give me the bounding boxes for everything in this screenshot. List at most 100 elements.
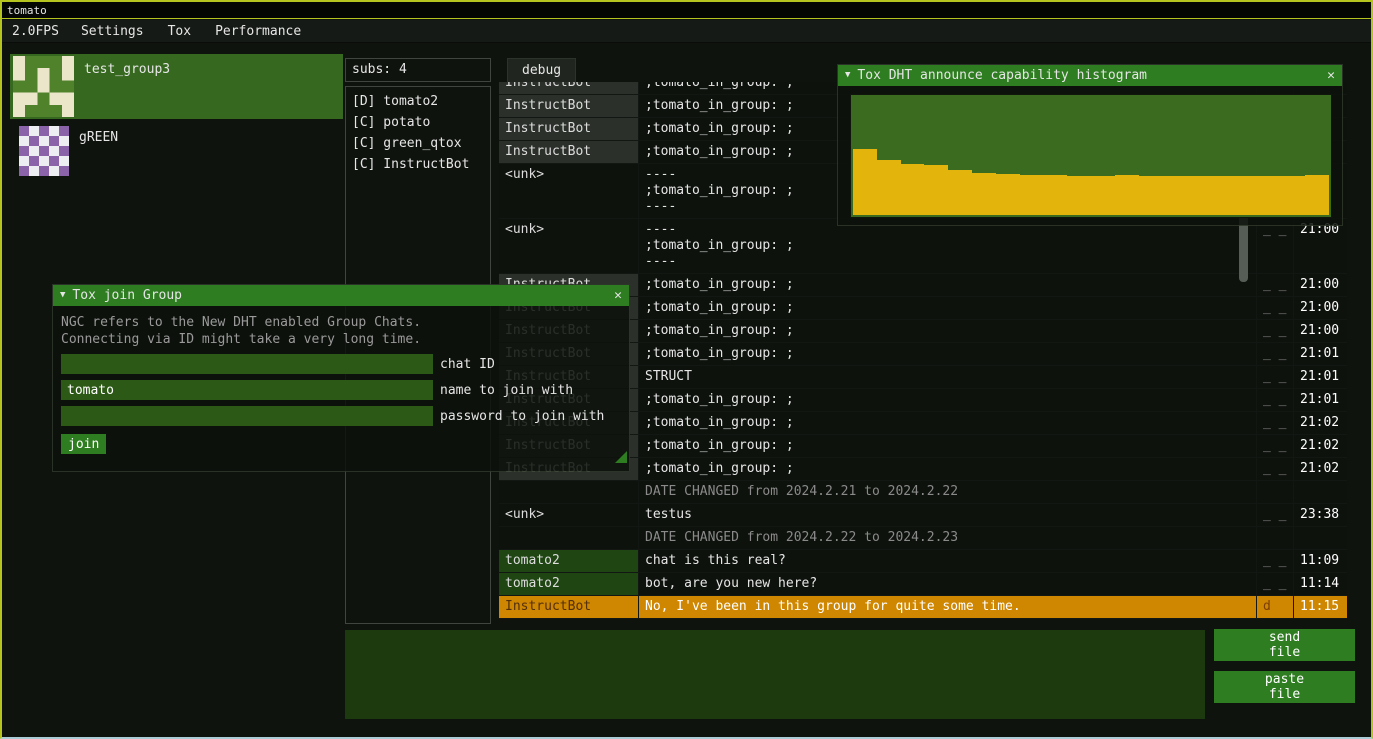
chat-row[interactable]: <unk> ---- ;tomato_in_group: ; ---- _ _ … <box>499 219 1347 274</box>
chat-delivery-status: _ _ <box>1257 504 1294 526</box>
join-button[interactable]: join <box>61 434 106 454</box>
collapse-icon[interactable]: ▼ <box>845 65 850 86</box>
histogram-bar <box>1258 176 1282 215</box>
chat-author: tomato2 <box>499 550 639 572</box>
dht-histogram-titlebar[interactable]: ▼ Tox DHT announce capability histogram … <box>838 65 1342 86</box>
histogram-bar <box>853 149 877 215</box>
chat-message: ;tomato_in_group: ; <box>639 320 1257 342</box>
chat-row[interactable]: DATE CHANGED from 2024.2.22 to 2024.2.23 <box>499 527 1347 550</box>
chat-author: InstructBot <box>499 596 639 618</box>
join-field-label: password to join with <box>440 409 604 424</box>
chat-delivery-status: _ _ <box>1257 412 1294 434</box>
close-icon[interactable]: ✕ <box>1327 68 1335 83</box>
dht-histogram-window: ▼ Tox DHT announce capability histogram … <box>837 64 1343 226</box>
chat-delivery-status: _ _ <box>1257 458 1294 480</box>
chat-delivery-status: _ _ <box>1257 297 1294 319</box>
chat-author <box>499 481 639 503</box>
chat-timestamp: 21:00 <box>1294 320 1347 342</box>
join-field-label: chat ID <box>440 357 495 372</box>
chat-row[interactable]: InstructBot No, I've been in this group … <box>499 596 1347 619</box>
group-item-green[interactable]: gREEN <box>10 122 343 178</box>
group-sidebar: test_group3 gREEN <box>10 54 343 181</box>
collapse-icon[interactable]: ▼ <box>60 285 65 306</box>
chat-delivery-status: _ _ <box>1257 550 1294 572</box>
paste-file-button[interactable]: paste file <box>1214 671 1355 703</box>
chat-timestamp: 23:38 <box>1294 504 1347 526</box>
chat-timestamp: 11:09 <box>1294 550 1347 572</box>
chat-message: STRUCT <box>639 366 1257 388</box>
histogram-bar <box>1043 175 1067 215</box>
chat-author: <unk> <box>499 219 639 273</box>
resize-grip[interactable] <box>615 451 627 463</box>
chat-message: ;tomato_in_group: ; <box>639 389 1257 411</box>
chat-message: ;tomato_in_group: ; <box>639 274 1257 296</box>
chat-timestamp: 21:00 <box>1294 297 1347 319</box>
histogram-bar <box>877 160 901 215</box>
join-info-text: NGC refers to the New DHT enabled Group … <box>61 314 621 331</box>
member-list-item[interactable]: [C] InstructBot <box>346 154 490 175</box>
histogram-bar <box>1281 176 1305 215</box>
join-group-window: ▼ Tox join Group ✕ NGC refers to the New… <box>52 284 630 472</box>
chat-message: No, I've been in this group for quite so… <box>639 596 1257 618</box>
menu-item[interactable]: Settings <box>69 24 156 39</box>
chat-row[interactable]: tomato2 bot, are you new here? _ _ 11:14 <box>499 573 1347 596</box>
histogram-bar <box>1067 176 1091 215</box>
send-file-button[interactable]: send file <box>1214 629 1355 661</box>
subs-count-header: subs: 4 <box>345 58 491 82</box>
join-info-text: Connecting via ID might take a very long… <box>61 331 621 348</box>
chat-row[interactable]: <unk> testus _ _ 23:38 <box>499 504 1347 527</box>
app-window: tomato 2.0FPS Settings Tox Performance <box>0 0 1373 739</box>
join-field-row: chat ID <box>61 354 621 374</box>
chat-timestamp: 21:00 <box>1294 274 1347 296</box>
join-field-input[interactable] <box>61 406 433 426</box>
histogram-bar <box>901 164 925 215</box>
member-list-item[interactable]: [C] green_qtox <box>346 133 490 154</box>
join-field-input[interactable] <box>61 380 433 400</box>
histogram-bar <box>1305 175 1329 215</box>
join-group-titlebar[interactable]: ▼ Tox join Group ✕ <box>53 285 629 306</box>
chat-author: <unk> <box>499 164 639 218</box>
chat-author: InstructBot <box>499 118 639 140</box>
chat-timestamp <box>1294 481 1347 503</box>
window-titlebar[interactable]: tomato <box>2 2 1371 19</box>
chat-delivery-status: _ _ <box>1257 219 1294 273</box>
chat-timestamp: 21:01 <box>1294 343 1347 365</box>
group-avatar <box>13 124 69 176</box>
menu-item[interactable]: Tox <box>156 24 203 39</box>
histogram-bar <box>1115 175 1139 215</box>
member-list-item[interactable]: [C] potato <box>346 112 490 133</box>
dht-histogram-title: Tox DHT announce capability histogram <box>857 68 1147 83</box>
chat-message: DATE CHANGED from 2024.2.21 to 2024.2.22 <box>639 481 1257 503</box>
chat-message: chat is this real? <box>639 550 1257 572</box>
chat-author: InstructBot <box>499 141 639 163</box>
chat-delivery-status <box>1257 527 1294 549</box>
chat-author: tomato2 <box>499 573 639 595</box>
histogram-bar <box>1234 176 1258 215</box>
chat-author <box>499 527 639 549</box>
chat-timestamp: 21:02 <box>1294 458 1347 480</box>
histogram-bar <box>1162 176 1186 215</box>
chat-timestamp: 11:15 <box>1294 596 1347 618</box>
chat-row[interactable]: tomato2 chat is this real? _ _ 11:09 <box>499 550 1347 573</box>
chat-timestamp: 21:02 <box>1294 435 1347 457</box>
tab-debug[interactable]: debug <box>507 58 576 82</box>
chat-message: DATE CHANGED from 2024.2.22 to 2024.2.23 <box>639 527 1257 549</box>
member-list-item[interactable]: [D] tomato2 <box>346 91 490 112</box>
chat-row[interactable]: DATE CHANGED from 2024.2.21 to 2024.2.22 <box>499 481 1347 504</box>
histogram-bar <box>996 174 1020 215</box>
join-field-input[interactable] <box>61 354 433 374</box>
histogram-bar <box>1210 176 1234 215</box>
menu-items: Settings Tox Performance <box>69 24 313 39</box>
menu-bar: 2.0FPS Settings Tox Performance <box>2 20 1371 43</box>
chat-delivery-status: _ _ <box>1257 435 1294 457</box>
chat-message: testus <box>639 504 1257 526</box>
histogram-bar <box>948 170 972 215</box>
message-input[interactable] <box>345 630 1205 719</box>
histogram-bar <box>972 173 996 215</box>
menu-item[interactable]: Performance <box>203 24 313 39</box>
group-item-test-group3[interactable]: test_group3 <box>10 54 343 119</box>
close-icon[interactable]: ✕ <box>614 288 622 303</box>
histogram-bar <box>1139 176 1163 215</box>
chat-message: ---- ;tomato_in_group: ; ---- <box>639 219 1257 273</box>
chat-delivery-status: _ _ <box>1257 573 1294 595</box>
